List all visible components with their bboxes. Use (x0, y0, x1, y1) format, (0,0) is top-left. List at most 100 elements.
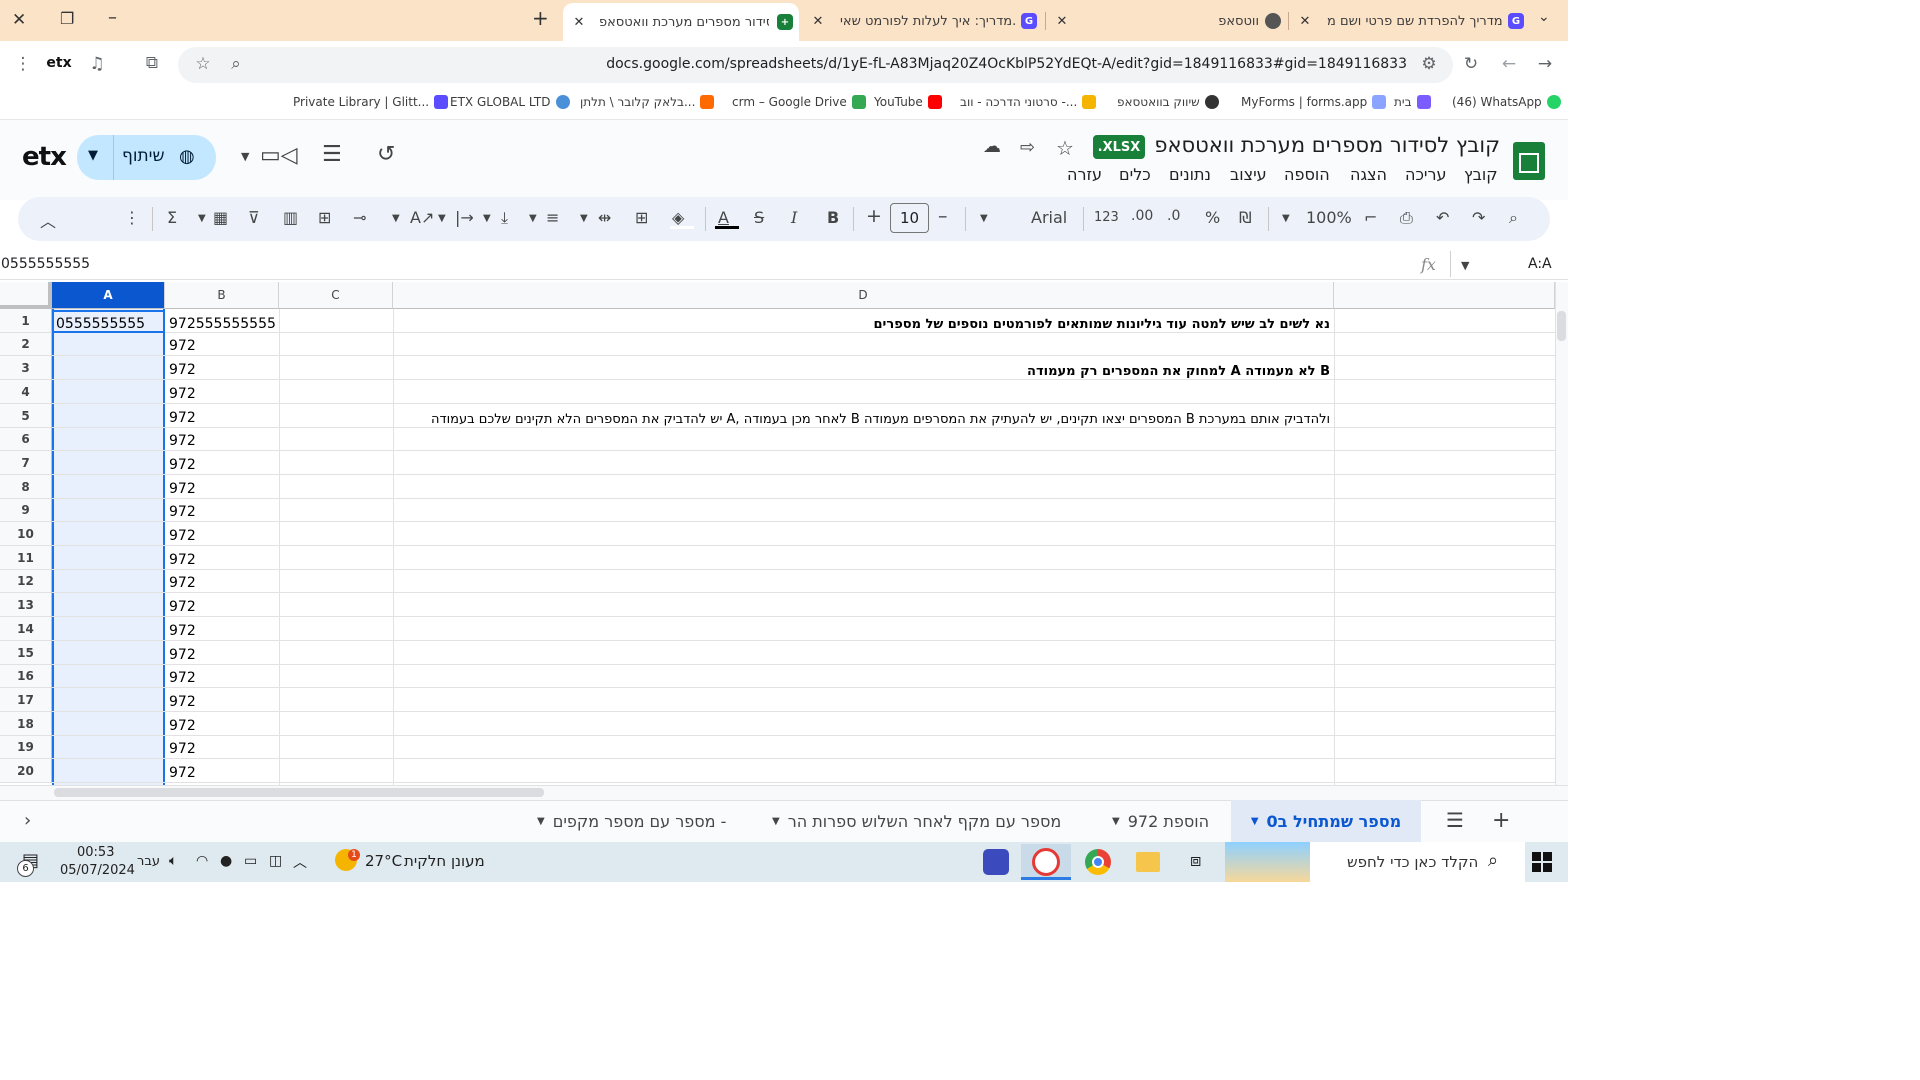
sheet-dropdown-icon[interactable]: ▼ (537, 816, 545, 827)
row-header[interactable]: 12 (0, 570, 52, 593)
meet-dropdown-icon[interactable]: ▼ (241, 150, 249, 163)
select-all-corner[interactable] (0, 282, 52, 309)
bookmark-whatsapp-marketing[interactable]: שיווק בוואטסאפ (1117, 95, 1219, 109)
bookmark-training-videos[interactable]: סרטוני הדרכה - ווב -... (960, 95, 1097, 109)
cell-b19[interactable]: 972 (169, 739, 196, 759)
vertical-scrollbar[interactable] (1555, 282, 1568, 785)
number-format-select[interactable]: 123 (1094, 210, 1119, 225)
minimize-window-icon[interactable]: – (108, 7, 117, 28)
bookmark-private-library[interactable]: Private Library | Glitt... (293, 95, 449, 109)
halign-dropdown-icon[interactable]: ▼ (529, 213, 537, 224)
row-header[interactable]: 16 (0, 665, 52, 688)
font-size-input[interactable]: 10 (890, 203, 929, 233)
volume-icon[interactable]: 🔈︎ (169, 853, 177, 869)
fill-color-icon[interactable]: ◈ (672, 208, 684, 227)
row-header[interactable]: 20 (0, 759, 52, 783)
version-history-icon[interactable]: ↺ (377, 142, 395, 167)
filter-icon[interactable]: ⊽ (248, 208, 260, 227)
column-header-a[interactable]: A (52, 282, 165, 309)
windows-start-icon[interactable] (1532, 852, 1552, 872)
column-header-d[interactable]: D (393, 282, 1334, 309)
horizontal-scroll-thumb[interactable] (54, 788, 544, 797)
search-menus-icon[interactable]: ⌕ (1509, 208, 1518, 228)
show-hidden-icons[interactable]: ︿ (293, 852, 307, 872)
decrease-decimal-icon[interactable]: .0 (1167, 208, 1180, 224)
browser-tab-guide[interactable]: ✕ מדריך: איך לעלות לפורמט שאי... G (808, 5, 1040, 37)
row-header[interactable]: 15 (0, 641, 52, 665)
row-header[interactable]: 7 (0, 451, 52, 475)
sheet-dropdown-icon[interactable]: ▼ (1251, 816, 1259, 827)
cell-b11[interactable]: 972 (169, 549, 196, 570)
menu-insert[interactable]: הוספה (1284, 165, 1330, 184)
cell-d3[interactable]: למחוק את המספרים רק מעמודה A לא מעמודה B (397, 360, 1330, 382)
cell-b20[interactable]: 972 (169, 762, 196, 783)
wifi-icon[interactable]: ◠ (196, 853, 208, 869)
horizontal-align-icon[interactable]: ≡ (546, 208, 559, 227)
zoom-icon[interactable]: ⌕ (223, 54, 249, 74)
file-explorer-icon[interactable] (1136, 852, 1160, 872)
bookmark-home[interactable]: בית (1394, 95, 1431, 109)
browser-tab-whatsapp[interactable]: ✕ ווטסאפ (1052, 5, 1284, 37)
clock-time[interactable]: 00:53 (77, 845, 114, 860)
cell-d1[interactable]: נא לשים לב שיש למטה עוד גיליונות שמותאים… (397, 313, 1330, 335)
url-text[interactable]: docs.google.com/spreadsheets/d/1yE-fL-A8… (560, 56, 1407, 72)
cloud-saved-icon[interactable]: ☁ (983, 136, 1001, 157)
browser-menu-icon[interactable]: ⋮ (10, 54, 36, 74)
bookmark-youtube[interactable]: YouTube (874, 95, 942, 109)
close-tab-icon[interactable]: ✕ (1295, 14, 1315, 29)
redo-icon[interactable]: ↷ (1472, 208, 1485, 227)
row-header[interactable]: 14 (0, 617, 52, 641)
wrap-dropdown-icon[interactable]: ▼ (438, 213, 446, 224)
increase-font-size-icon[interactable]: + (866, 205, 882, 227)
cell-d5[interactable]: יש להדביק את המספרים הלא תקינים שלכם בעמ… (397, 408, 1330, 430)
close-tab-icon[interactable]: ✕ (569, 15, 589, 30)
borders-icon[interactable]: ⊞ (635, 208, 648, 227)
row-header[interactable]: 5 (0, 404, 52, 428)
close-window-icon[interactable]: ✕ (12, 10, 26, 30)
chart-icon[interactable]: ▥ (283, 208, 298, 227)
cell-b6[interactable]: 972 (169, 431, 196, 451)
site-settings-icon[interactable]: ⚙ (1416, 54, 1442, 74)
cell-b12[interactable]: 972 (169, 573, 196, 593)
menu-view[interactable]: הצגה (1350, 165, 1387, 184)
column-header-b[interactable]: B (165, 282, 279, 309)
font-dropdown-icon[interactable]: ▼ (980, 213, 988, 224)
row-header[interactable]: 18 (0, 712, 52, 736)
menu-help[interactable]: עזרה (1067, 165, 1102, 184)
font-family-select[interactable]: Arial (1031, 208, 1067, 227)
vertical-scroll-thumb[interactable] (1557, 311, 1566, 341)
formula-input[interactable]: 0555555555 (1, 256, 90, 272)
bookmark-etx-global[interactable]: ETX GLOBAL LTD (450, 95, 570, 109)
sheet-tab-starts-with-0[interactable]: ▼ מספר שמתחיל ב0 (1231, 800, 1421, 842)
share-dropdown-icon[interactable]: ▼ (88, 148, 98, 163)
cell-b9[interactable]: 972 (169, 502, 196, 522)
add-sheet-icon[interactable]: + (1492, 808, 1510, 833)
cell-b1[interactable]: 972555555555 (169, 313, 276, 335)
zoom-dropdown-icon[interactable]: ▼ (1282, 213, 1290, 224)
glitter-app-icon[interactable] (983, 849, 1009, 875)
etx-extension-icon[interactable]: etx (44, 55, 74, 71)
cell-b4[interactable]: 972 (169, 383, 196, 404)
video-call-icon[interactable]: ▭◁ (260, 143, 298, 168)
menu-data[interactable]: נתונים (1169, 165, 1211, 184)
all-sheets-icon[interactable]: ☰ (1446, 808, 1464, 832)
menu-format[interactable]: עיצוב (1230, 165, 1267, 184)
more-options-icon[interactable]: ⋮ (124, 208, 140, 227)
row-header[interactable]: 6 (0, 428, 52, 451)
table-icon[interactable]: ▦ (213, 208, 228, 227)
merge-cells-icon[interactable]: ⇹ (598, 208, 611, 227)
menu-edit[interactable]: עריכה (1405, 165, 1447, 184)
cell-b13[interactable]: 972 (169, 596, 196, 617)
percent-format-icon[interactable]: % (1205, 208, 1220, 227)
comments-icon[interactable]: ☰ (322, 142, 342, 167)
weather-temp[interactable]: 27°C (365, 852, 402, 870)
sheet-tab-add-972[interactable]: ▼ הוספת 972 (1112, 800, 1209, 842)
cell-b15[interactable]: 972 (169, 644, 196, 665)
row-header[interactable]: 17 (0, 688, 52, 712)
row-header[interactable]: 3 (0, 356, 52, 380)
sheet-dropdown-icon[interactable]: ▼ (1112, 816, 1120, 827)
cell-b7[interactable]: 972 (169, 454, 196, 475)
move-folder-icon[interactable]: ⇨ (1020, 137, 1035, 158)
row-header[interactable]: 1 (0, 309, 52, 333)
functions-dropdown-icon[interactable]: ▼ (198, 213, 206, 224)
